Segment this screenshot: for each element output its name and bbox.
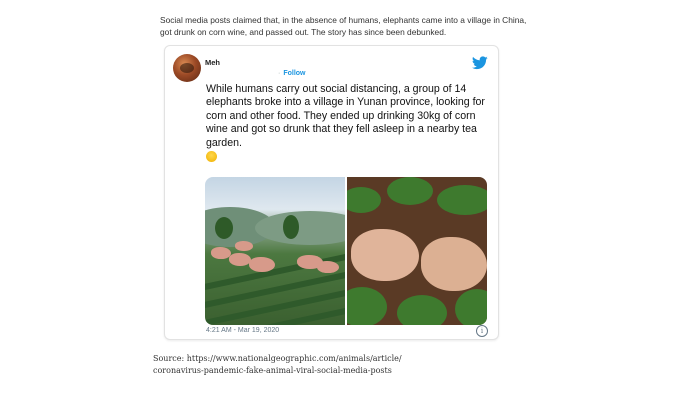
elephant-shape [235,241,253,251]
source-line-2: coronavirus-pandemic-fake-animal-viral-s… [153,366,392,375]
laughing-emoji-icon [206,151,217,163]
info-icon[interactable]: i [476,325,488,337]
tea-bush [455,289,487,325]
elephant-shape [249,257,275,272]
tweet-body: While humans carry out social distancing… [206,83,485,149]
elephant-shape [317,261,339,273]
tree [215,217,233,239]
tweet-username[interactable]: Meh [205,58,220,67]
elephants-tea-field-photo[interactable] [205,177,345,325]
avatar[interactable] [173,54,201,82]
separator-dot: · [278,70,281,77]
tree [283,215,299,239]
tweet-timestamp[interactable]: 4:21 AM - Mar 19, 2020 [206,327,279,334]
tea-bush [397,295,447,325]
caption-line-2: got drunk on corn wine, and passed out. … [160,26,447,37]
tea-row [205,270,345,310]
tea-row [205,288,345,325]
caption-line-1: Social media posts claimed that, in the … [160,15,527,25]
tweet-photos[interactable] [205,177,487,325]
source-citation: Source: https://www.nationalgeographic.c… [153,353,553,377]
follow-link[interactable]: · Follow [278,70,306,77]
source-line-1: Source: https://www.nationalgeographic.c… [153,354,402,363]
sleeping-elephants-photo[interactable] [347,177,487,325]
elephant-shape [211,247,231,259]
elephant-shape [421,237,487,291]
tea-bush [437,185,487,215]
tea-bush [347,287,387,325]
twitter-bird-icon[interactable] [472,56,488,70]
tea-bush [387,177,433,205]
follow-label[interactable]: Follow [283,70,305,77]
figure-caption: Social media posts claimed that, in the … [160,15,560,38]
distant-hill [255,211,345,245]
tea-bush [347,187,381,213]
tweet-text: While humans carry out social distancing… [206,83,486,165]
embedded-tweet-card[interactable]: Meh · Follow While humans carry out socia… [164,45,499,340]
elephant-shape [229,253,251,266]
elephant-shape [351,229,419,281]
